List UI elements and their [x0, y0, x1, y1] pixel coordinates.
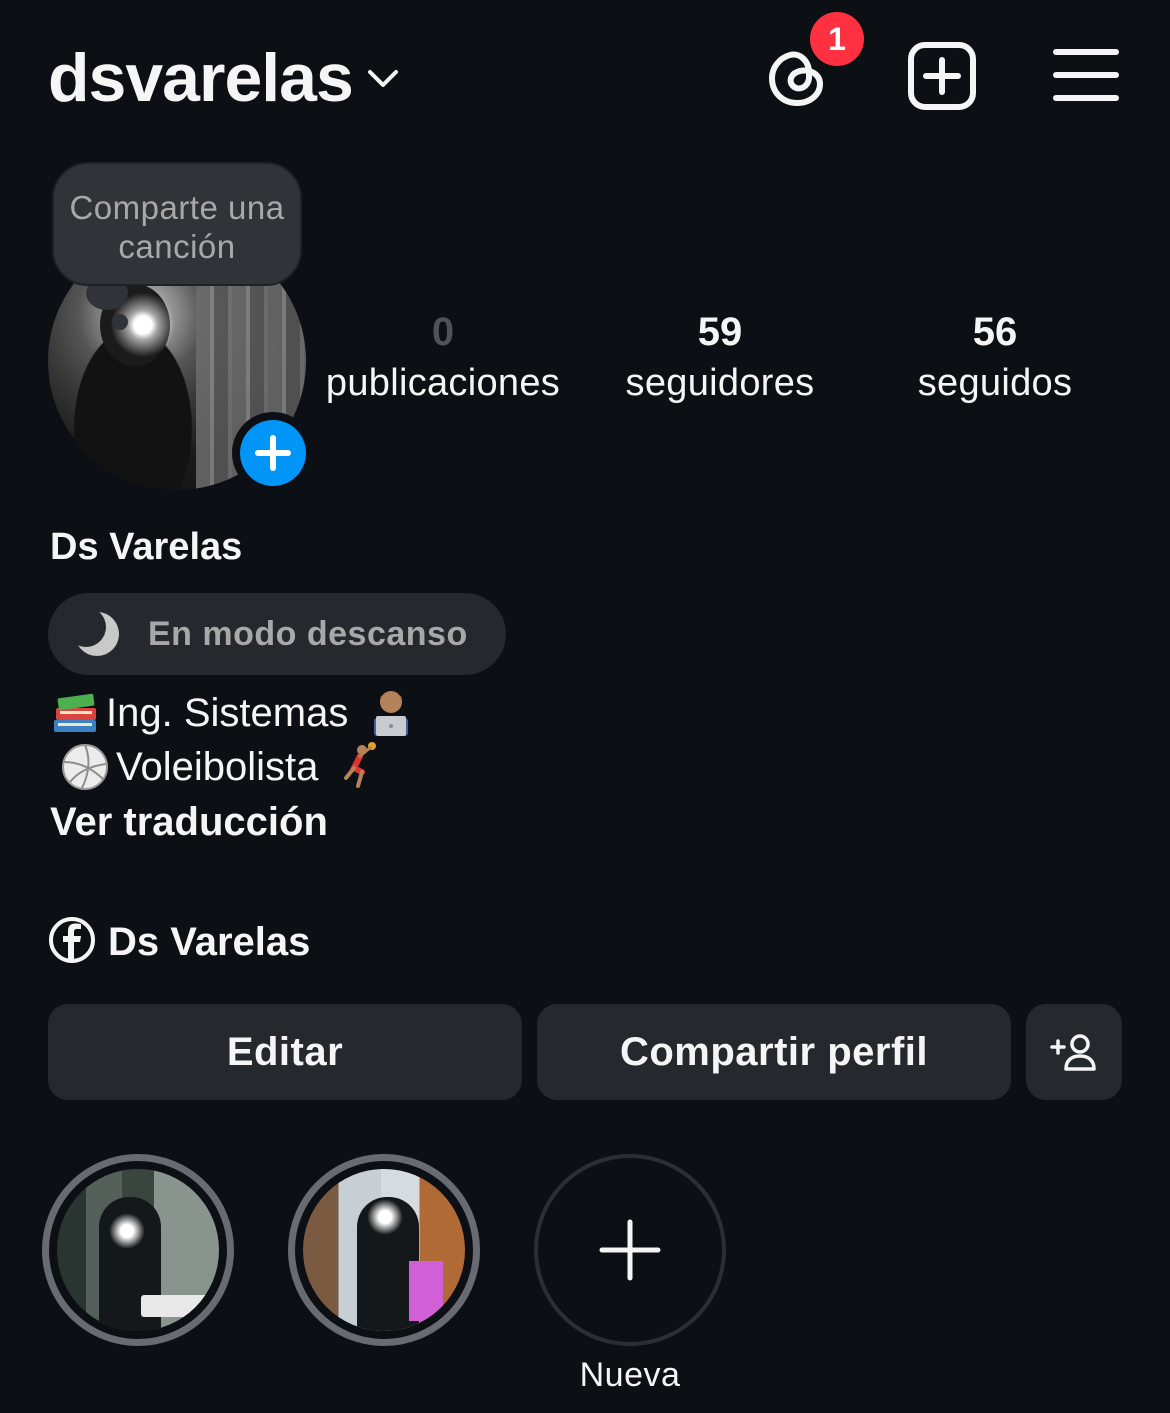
new-highlight-button[interactable]	[534, 1154, 726, 1346]
bio-text: Ing. Sistemas	[106, 691, 349, 735]
display-name: Ds Varelas	[50, 526, 243, 568]
bio-line: Ing. Sistemas	[50, 688, 422, 738]
account-switcher[interactable]: dsvarelas	[48, 38, 399, 118]
plus-icon	[255, 435, 291, 471]
tooltip-tail	[112, 314, 128, 330]
share-song-tooltip[interactable]: Comparte una canción	[52, 162, 302, 286]
add-person-icon	[1050, 1034, 1096, 1071]
followers-label: seguidores	[625, 362, 815, 404]
facebook-name: Ds Varelas	[108, 920, 311, 964]
books-emoji-icon	[50, 688, 100, 738]
volleyball-emoji-icon	[60, 742, 110, 792]
share-profile-button[interactable]: Compartir perfil	[537, 1004, 1011, 1100]
stat-followers[interactable]: 59 seguidores	[585, 306, 855, 408]
notification-badge: 1	[810, 12, 864, 66]
story-highlight[interactable]	[42, 1154, 234, 1346]
following-label: seguidos	[917, 362, 1073, 404]
status-text: En modo descanso	[148, 614, 468, 653]
stat-following[interactable]: 56 seguidos	[860, 306, 1130, 408]
moon-icon	[66, 607, 122, 659]
stat-posts: 0 publicaciones	[308, 306, 578, 408]
posts-count: 0	[431, 310, 455, 354]
new-highlight-label: Nueva	[579, 1356, 681, 1394]
menu-icon[interactable]	[1052, 46, 1120, 106]
add-story-button[interactable]	[232, 412, 314, 494]
facebook-profile-link[interactable]: Ds Varelas	[48, 916, 310, 969]
facebook-icon	[48, 916, 96, 969]
status-note[interactable]: En modo descanso	[48, 593, 506, 675]
chevron-down-icon	[367, 69, 399, 94]
bio-line: Voleibolista	[60, 742, 388, 792]
posts-label: publicaciones	[325, 362, 561, 404]
see-translation-link[interactable]: Ver traducción	[50, 796, 328, 848]
followers-count: 59	[697, 310, 743, 354]
following-count: 56	[972, 310, 1018, 354]
highlight-cover	[57, 1169, 219, 1331]
highlight-cover	[303, 1169, 465, 1331]
create-icon[interactable]	[906, 40, 978, 112]
edit-profile-button[interactable]: Editar	[48, 1004, 522, 1100]
technologist-emoji-icon	[366, 688, 416, 738]
bio-text: Voleibolista	[116, 745, 319, 789]
username: dsvarelas	[48, 40, 354, 116]
handball-player-emoji-icon	[332, 742, 382, 792]
discover-people-button[interactable]	[1026, 1004, 1122, 1100]
story-highlight[interactable]	[288, 1154, 480, 1346]
plus-icon	[599, 1219, 661, 1281]
